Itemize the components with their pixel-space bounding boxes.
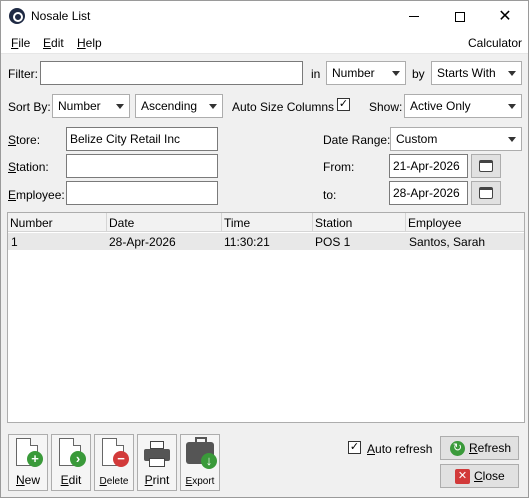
- to-label: to:: [323, 188, 337, 202]
- from-label: From:: [323, 160, 355, 174]
- grid-header: Number Date Time Station Employee: [8, 213, 524, 232]
- menu-calculator[interactable]: Calculator: [468, 36, 522, 50]
- column-header-date[interactable]: Date: [109, 216, 134, 232]
- from-calendar-button[interactable]: [471, 154, 501, 178]
- plus-icon: +: [27, 451, 43, 467]
- nosale-grid[interactable]: Number Date Time Station Employee 1 28-A…: [7, 212, 525, 423]
- employee-label: Employee:: [8, 188, 65, 202]
- column-header-employee[interactable]: Employee: [408, 216, 461, 232]
- to-date-input[interactable]: 28-Apr-2026: [389, 181, 468, 205]
- table-row[interactable]: 1 28-Apr-2026 11:30:21 POS 1 Santos, Sar…: [8, 233, 524, 250]
- printer-paper-top: [150, 441, 164, 449]
- close-button[interactable]: ✕ Close: [440, 464, 519, 488]
- calendar-icon: [479, 160, 493, 172]
- calendar-icon: [479, 187, 493, 199]
- menu-help[interactable]: Help: [77, 36, 102, 50]
- station-input[interactable]: [66, 154, 218, 178]
- printer-icon: [144, 441, 170, 467]
- store-label: Store:: [8, 133, 41, 147]
- refresh-label: Refresh: [469, 441, 512, 455]
- filter-mode-select[interactable]: Starts With: [431, 61, 522, 85]
- filter-input[interactable]: [40, 61, 303, 85]
- app-logo-icon: [9, 8, 25, 24]
- column-separator[interactable]: [106, 213, 107, 232]
- date-range-select[interactable]: Custom: [390, 127, 522, 151]
- column-separator[interactable]: [405, 213, 406, 232]
- auto-refresh-label: Auto refresh: [367, 442, 433, 456]
- close-label: Close: [474, 469, 505, 483]
- chevron-down-icon: [508, 104, 516, 109]
- printer-paper-out: [149, 458, 165, 467]
- maximize-icon: [455, 11, 465, 22]
- sort-by-label: Sort By:: [8, 100, 51, 114]
- delete-label: Delete: [99, 476, 129, 487]
- from-date-input[interactable]: 21-Apr-2026: [389, 154, 468, 178]
- cell-station: POS 1: [315, 235, 351, 249]
- filter-mode-value: Starts With: [437, 66, 496, 80]
- cell-date: 28-Apr-2026: [109, 235, 176, 249]
- refresh-button[interactable]: ↻ Refresh: [440, 436, 519, 460]
- close-icon: ✕: [455, 469, 470, 484]
- new-button[interactable]: + New: [8, 434, 48, 491]
- title-bar: Nosale List ✕: [1, 1, 528, 32]
- column-separator[interactable]: [312, 213, 313, 232]
- column-header-time[interactable]: Time: [224, 216, 250, 232]
- minus-icon: −: [113, 451, 129, 467]
- refresh-icon: ↻: [450, 441, 465, 456]
- filter-field-value: Number: [332, 66, 375, 80]
- chevron-down-icon: [209, 104, 217, 109]
- cell-employee: Santos, Sarah: [409, 235, 486, 249]
- auto-refresh-checkbox[interactable]: ✓: [348, 441, 361, 454]
- delete-button[interactable]: − Delete: [94, 434, 134, 491]
- column-header-station[interactable]: Station: [315, 216, 352, 232]
- minimize-button[interactable]: [391, 1, 437, 32]
- employee-input[interactable]: [66, 181, 218, 205]
- show-label: Show:: [369, 100, 403, 114]
- menu-bar: File Edit Help Calculator: [1, 32, 528, 54]
- close-icon: ✕: [498, 7, 512, 25]
- filter-label: Filter:: [8, 67, 38, 81]
- chevron-down-icon: [392, 71, 400, 76]
- auto-size-columns-checkbox[interactable]: ✓: [337, 98, 350, 111]
- sort-order-select[interactable]: Ascending: [135, 94, 223, 118]
- cell-number: 1: [11, 235, 18, 249]
- print-label: Print: [144, 473, 170, 487]
- cell-time: 11:30:21: [224, 235, 270, 249]
- filter-in-label: in: [311, 67, 321, 81]
- date-range-value: Custom: [396, 132, 438, 146]
- store-input[interactable]: Belize City Retail Inc: [66, 127, 218, 151]
- nosale-list-window: Nosale List ✕ File Edit Help Calculator …: [0, 0, 529, 498]
- show-select[interactable]: Active Only: [404, 94, 522, 118]
- column-header-number[interactable]: Number: [10, 216, 53, 232]
- new-label: New: [15, 473, 40, 487]
- maximize-button[interactable]: [437, 1, 483, 32]
- menu-file[interactable]: File: [11, 36, 30, 50]
- print-button[interactable]: Print: [137, 434, 177, 491]
- edit-button[interactable]: › Edit: [51, 434, 91, 491]
- sort-field-value: Number: [58, 99, 101, 113]
- filter-field-select[interactable]: Number: [326, 61, 406, 85]
- chevron-down-icon: [116, 104, 124, 109]
- close-window-button[interactable]: ✕: [482, 1, 528, 32]
- chevron-down-icon: [508, 71, 516, 76]
- station-label: Station:: [8, 160, 49, 174]
- chevron-down-icon: [508, 137, 516, 142]
- auto-size-columns-label: Auto Size Columns: [232, 100, 335, 114]
- edit-label: Edit: [60, 473, 82, 487]
- date-range-label: Date Range:: [323, 133, 391, 147]
- arrow-right-icon: ›: [70, 451, 86, 467]
- column-separator[interactable]: [221, 213, 222, 232]
- sort-order-value: Ascending: [141, 99, 198, 113]
- export-button[interactable]: ↓ Export: [180, 434, 220, 491]
- download-icon: ↓: [201, 453, 217, 469]
- window-title: Nosale List: [31, 9, 91, 23]
- minimize-icon: [409, 16, 419, 17]
- show-value: Active Only: [410, 99, 471, 113]
- filter-by-label: by: [412, 67, 425, 81]
- sort-field-select[interactable]: Number: [52, 94, 130, 118]
- menu-edit[interactable]: Edit: [43, 36, 64, 50]
- export-label: Export: [185, 476, 215, 487]
- to-calendar-button[interactable]: [471, 181, 501, 205]
